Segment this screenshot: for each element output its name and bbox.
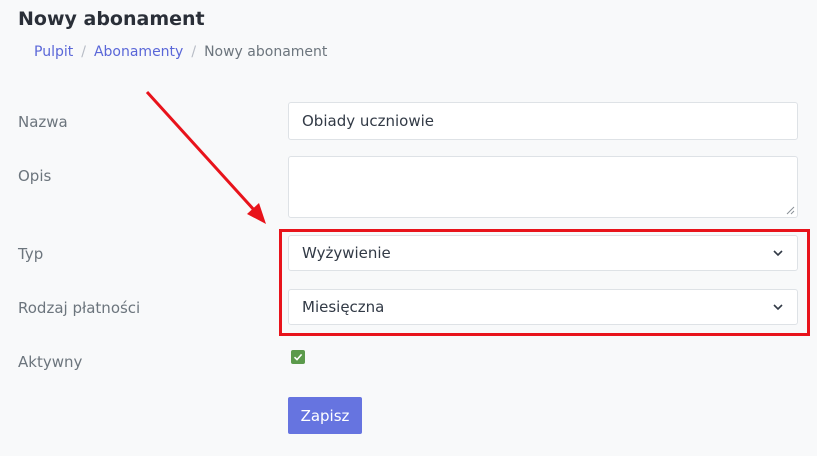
breadcrumb-link-abonamenty[interactable]: Abonamenty <box>94 44 183 60</box>
page-title: Nowy abonament <box>18 8 205 30</box>
payment-type-select-value: Miesięczna <box>302 298 385 316</box>
breadcrumb-separator: / <box>191 44 197 60</box>
payment-type-label: Rodzaj płatności <box>18 299 141 317</box>
description-textarea[interactable] <box>288 156 798 218</box>
breadcrumb-separator: / <box>81 44 86 60</box>
annotation-arrow-icon <box>145 90 266 224</box>
type-select-value: Wyżywienie <box>302 244 391 262</box>
chevron-down-icon <box>773 304 783 311</box>
page: Nowy abonament Pulpit / Abonamenty / Now… <box>0 0 817 456</box>
name-input-value: Obiady uczniowie <box>302 112 434 130</box>
active-checkbox[interactable] <box>291 350 305 364</box>
breadcrumb-link-pulpit[interactable]: Pulpit <box>34 44 73 60</box>
name-input[interactable]: Obiady uczniowie <box>288 102 798 140</box>
save-button[interactable]: Zapisz <box>288 397 362 434</box>
name-label: Nazwa <box>18 113 68 131</box>
active-label: Aktywny <box>18 353 83 371</box>
type-select[interactable]: Wyżywienie <box>288 235 798 271</box>
description-label: Opis <box>18 167 52 185</box>
resize-handle-icon[interactable] <box>786 206 795 215</box>
breadcrumb-current: Nowy abonament <box>204 44 328 60</box>
payment-type-select[interactable]: Miesięczna <box>288 289 798 325</box>
chevron-down-icon <box>773 250 783 257</box>
checkmark-icon <box>293 353 303 361</box>
type-label: Typ <box>18 245 44 263</box>
breadcrumb: Pulpit / Abonamenty / Nowy abonament <box>34 44 327 60</box>
